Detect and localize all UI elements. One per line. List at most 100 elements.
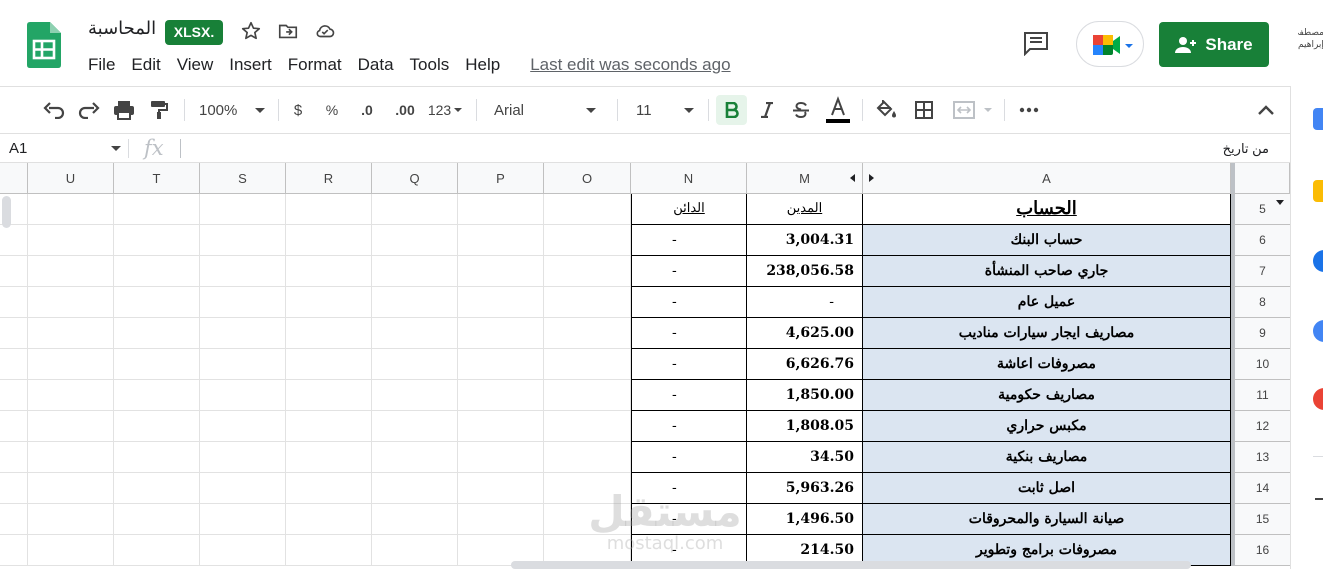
- grid-cell[interactable]: [114, 287, 200, 318]
- grid-cell[interactable]: [372, 473, 458, 504]
- grid-cell[interactable]: [28, 256, 114, 287]
- row-header[interactable]: 7: [1231, 256, 1290, 287]
- credit-cell[interactable]: -: [631, 411, 747, 442]
- grid-cell[interactable]: [28, 473, 114, 504]
- account-cell[interactable]: مكبس حراري: [863, 411, 1231, 442]
- name-box[interactable]: A1: [9, 140, 27, 157]
- menu-help[interactable]: Help: [465, 54, 500, 76]
- row-header[interactable]: 10: [1231, 349, 1290, 380]
- row-header[interactable]: 13: [1231, 442, 1290, 473]
- menu-tools[interactable]: Tools: [410, 54, 450, 76]
- grid-cell[interactable]: [114, 473, 200, 504]
- column-header-o[interactable]: O: [544, 163, 631, 194]
- grid-cell[interactable]: [200, 349, 286, 380]
- credit-cell[interactable]: -: [631, 349, 747, 380]
- grid-cell[interactable]: [458, 318, 544, 349]
- row-header[interactable]: 12: [1231, 411, 1290, 442]
- grid-cell[interactable]: [458, 194, 544, 225]
- grid-cell[interactable]: [286, 473, 372, 504]
- grid-cell[interactable]: [28, 318, 114, 349]
- calendar-icon[interactable]: [1313, 108, 1323, 130]
- grid-cell[interactable]: [458, 380, 544, 411]
- column-header-q[interactable]: Q: [372, 163, 458, 194]
- chevron-down-icon[interactable]: [111, 146, 121, 151]
- fill-color-icon[interactable]: [874, 98, 898, 122]
- document-title[interactable]: المحاسبة: [88, 18, 156, 39]
- debit-cell[interactable]: 5,963.26: [747, 473, 863, 504]
- share-button[interactable]: Share: [1159, 22, 1269, 67]
- grid-cell[interactable]: [458, 349, 544, 380]
- grid-cell[interactable]: [286, 380, 372, 411]
- grid-cell[interactable]: [458, 287, 544, 318]
- percent-format-button[interactable]: %: [322, 98, 342, 122]
- zoom-select[interactable]: 100%: [199, 98, 269, 122]
- select-all-corner[interactable]: [1231, 163, 1290, 194]
- account-cell[interactable]: مصروفات اعاشة: [863, 349, 1231, 380]
- grid-cell[interactable]: [200, 318, 286, 349]
- increase-decimal-button[interactable]: .00: [390, 98, 420, 122]
- grid-cell[interactable]: [372, 194, 458, 225]
- grid-cell[interactable]: [372, 256, 458, 287]
- more-formats-button[interactable]: 123: [424, 98, 466, 122]
- font-select[interactable]: Arial: [494, 98, 606, 122]
- formula-input[interactable]: من تاريخ: [1223, 141, 1269, 157]
- column-header-a[interactable]: A: [863, 163, 1231, 194]
- undo-icon[interactable]: [42, 98, 66, 122]
- grid-cell[interactable]: [372, 225, 458, 256]
- spreadsheet-grid[interactable]: U T S R Q P O N M A الدائن المدين الحساب 5 - 3,004.31 حس…: [0, 163, 1290, 569]
- last-edit-link[interactable]: Last edit was seconds ago: [530, 54, 730, 76]
- grid-cell[interactable]: [372, 442, 458, 473]
- account-cell[interactable]: اصل ثابت: [863, 473, 1231, 504]
- credit-cell[interactable]: -: [631, 380, 747, 411]
- grid-cell[interactable]: [114, 535, 200, 566]
- grid-cell[interactable]: [28, 504, 114, 535]
- merge-cells-button[interactable]: [948, 98, 996, 122]
- paint-format-icon[interactable]: [147, 98, 171, 122]
- account-cell[interactable]: حساب البنك: [863, 225, 1231, 256]
- column-header-m[interactable]: M: [747, 163, 863, 194]
- column-header-p[interactable]: P: [458, 163, 544, 194]
- grid-cell[interactable]: [544, 349, 631, 380]
- grid-cell[interactable]: [372, 318, 458, 349]
- frozen-rows-chevron-icon[interactable]: [1276, 200, 1284, 205]
- grid-cell[interactable]: [200, 225, 286, 256]
- grid-cell[interactable]: [286, 287, 372, 318]
- grid-cell[interactable]: [458, 504, 544, 535]
- tasks-icon[interactable]: [1313, 250, 1323, 272]
- grid-cell[interactable]: [544, 318, 631, 349]
- currency-format-button[interactable]: $: [288, 98, 308, 122]
- grid-cell[interactable]: [286, 256, 372, 287]
- grid-cell[interactable]: [544, 473, 631, 504]
- grid-cell[interactable]: [114, 225, 200, 256]
- grid-cell[interactable]: [286, 318, 372, 349]
- row-header[interactable]: 16: [1231, 535, 1290, 566]
- credit-header-cell[interactable]: الدائن: [631, 194, 747, 225]
- column-header-t[interactable]: T: [114, 163, 200, 194]
- debit-header-cell[interactable]: المدين: [747, 194, 863, 225]
- grid-cell[interactable]: [114, 380, 200, 411]
- row-header[interactable]: 11: [1231, 380, 1290, 411]
- menu-format[interactable]: Format: [288, 54, 342, 76]
- grid-cell[interactable]: [200, 473, 286, 504]
- credit-cell[interactable]: -: [631, 225, 747, 256]
- debit-cell[interactable]: 1,496.50: [747, 504, 863, 535]
- strikethrough-icon[interactable]: [790, 98, 812, 122]
- column-header-s[interactable]: S: [200, 163, 286, 194]
- hidden-columns-right-arrow-icon[interactable]: [869, 174, 874, 182]
- row-header[interactable]: 8: [1231, 287, 1290, 318]
- grid-cell[interactable]: [28, 225, 114, 256]
- more-options-icon[interactable]: [1017, 98, 1041, 122]
- grid-cell[interactable]: [114, 411, 200, 442]
- grid-cell[interactable]: [458, 411, 544, 442]
- grid-cell[interactable]: [544, 194, 631, 225]
- text-color-icon[interactable]: [824, 96, 852, 124]
- grid-cell[interactable]: [200, 504, 286, 535]
- menu-view[interactable]: View: [177, 54, 214, 76]
- grid-cell[interactable]: [544, 411, 631, 442]
- grid-cell[interactable]: [544, 225, 631, 256]
- grid-cell[interactable]: [114, 349, 200, 380]
- account-cell[interactable]: مصاريف بنكية: [863, 442, 1231, 473]
- credit-cell[interactable]: -: [631, 256, 747, 287]
- grid-cell[interactable]: [286, 535, 372, 566]
- row-header[interactable]: 14: [1231, 473, 1290, 504]
